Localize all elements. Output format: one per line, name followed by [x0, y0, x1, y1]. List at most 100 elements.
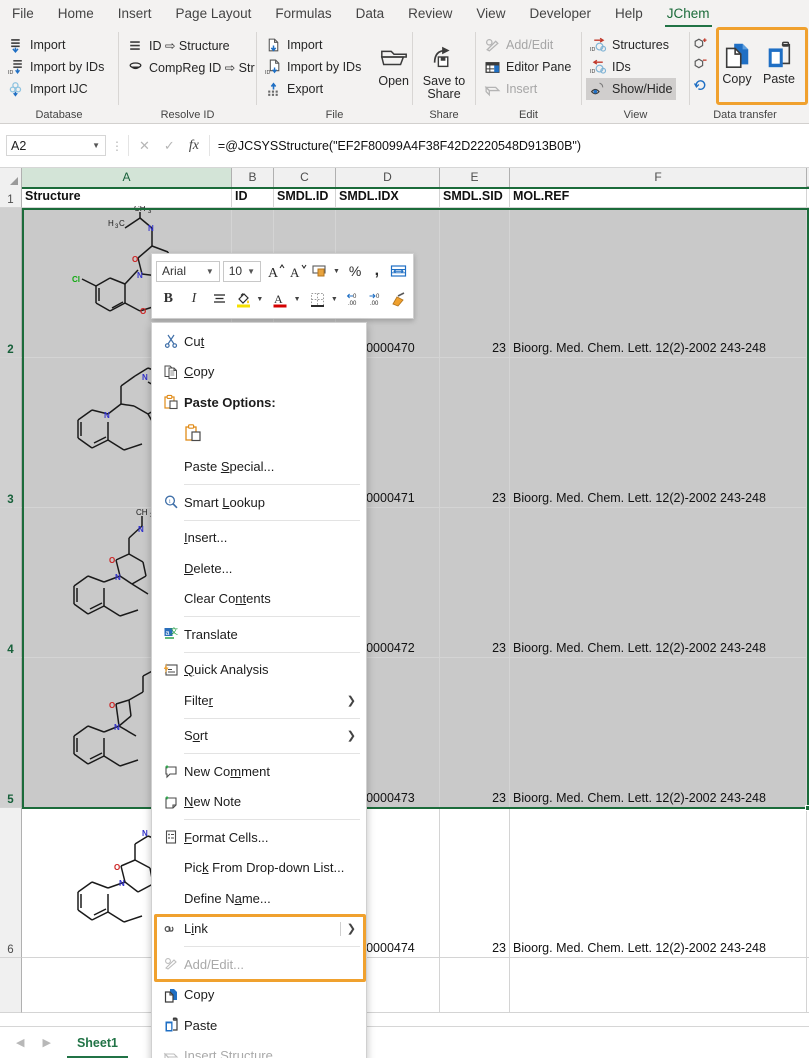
- add-structure-button[interactable]: [692, 34, 709, 54]
- paste-button[interactable]: Paste: [758, 38, 800, 86]
- confirm-icon[interactable]: ✓: [164, 138, 175, 154]
- font-color-button[interactable]: A: [270, 287, 291, 311]
- formula-bar-more-icon[interactable]: ⋮: [106, 139, 128, 153]
- open-button[interactable]: Open: [375, 40, 412, 88]
- cell-F2[interactable]: Bioorg. Med. Chem. Lett. 12(2)-2002 243-…: [510, 208, 807, 357]
- ribbon-tab-developer[interactable]: Developer: [517, 0, 603, 28]
- import-button[interactable]: Import: [4, 34, 108, 56]
- ribbon-tab-jchem[interactable]: JChem: [655, 0, 722, 28]
- chevron-down-icon[interactable]: ▼: [203, 267, 217, 276]
- font-color-caret[interactable]: ▼: [292, 287, 302, 311]
- editor-pane-button[interactable]: Editor Pane: [480, 56, 575, 78]
- context-item-paste-special[interactable]: Paste Special...: [152, 452, 366, 483]
- decrease-decimal-button[interactable]: 0 .00: [366, 287, 387, 311]
- show-structures-button[interactable]: ID Structures: [586, 34, 676, 56]
- row-header-4[interactable]: 4: [0, 508, 22, 658]
- accounting-format-button[interactable]: [310, 259, 331, 283]
- row-header-5[interactable]: 5: [0, 658, 22, 808]
- context-item-clear-contents[interactable]: Clear Contents: [152, 584, 366, 615]
- ribbon-tab-formulas[interactable]: Formulas: [263, 0, 343, 28]
- context-item-link[interactable]: Link ❯: [152, 914, 366, 945]
- paste-keep-source-icon[interactable]: [184, 423, 202, 446]
- ribbon-tab-home[interactable]: Home: [46, 0, 106, 28]
- selection-fill-handle[interactable]: [805, 805, 809, 811]
- show-ids-button[interactable]: ID IDs: [586, 56, 676, 78]
- fill-color-caret[interactable]: ▼: [255, 287, 265, 311]
- chevron-down-icon[interactable]: ▼: [244, 267, 258, 276]
- show-hide-button[interactable]: Show/Hide: [586, 78, 676, 100]
- cell-E2[interactable]: 23: [440, 208, 510, 357]
- merge-cells-button[interactable]: [388, 259, 409, 283]
- import-by-ids-button[interactable]: ID Import by IDs: [4, 56, 108, 78]
- context-item-new-comment[interactable]: New Comment: [152, 756, 366, 787]
- column-header-C[interactable]: C: [274, 168, 336, 187]
- context-item-jchem-copy[interactable]: Copy: [152, 980, 366, 1011]
- row-header-blank[interactable]: [0, 958, 22, 1013]
- sheet-tab-sheet1[interactable]: Sheet1: [67, 1028, 128, 1058]
- cell-F6[interactable]: Bioorg. Med. Chem. Lett. 12(2)-2002 243-…: [510, 808, 807, 957]
- cell-E1[interactable]: SMDL.SID: [440, 187, 510, 207]
- column-header-B[interactable]: B: [232, 168, 274, 187]
- context-item-translate[interactable]: a 文 Translate: [152, 619, 366, 650]
- italic-button[interactable]: I: [182, 287, 207, 311]
- column-header-E[interactable]: E: [440, 168, 510, 187]
- context-item-insert[interactable]: Insert...: [152, 523, 366, 554]
- name-box[interactable]: A2 ▼: [6, 135, 106, 156]
- compreg-id-button[interactable]: CompReg ID ⇨ Str: [123, 56, 259, 78]
- shrink-font-button[interactable]: A: [288, 259, 309, 283]
- cell-E6[interactable]: 23: [440, 808, 510, 957]
- cell-F5[interactable]: Bioorg. Med. Chem. Lett. 12(2)-2002 243-…: [510, 658, 807, 807]
- cell-F1[interactable]: MOL.REF: [510, 187, 807, 207]
- ribbon-tab-review[interactable]: Review: [396, 0, 464, 28]
- fx-icon[interactable]: fx: [189, 138, 199, 154]
- save-to-share-button[interactable]: Save to Share: [415, 40, 473, 101]
- cell-A1[interactable]: Structure: [22, 187, 232, 207]
- cell-E[interactable]: [440, 958, 510, 1012]
- cell-C1[interactable]: SMDL.ID: [274, 187, 336, 207]
- column-header-F[interactable]: F: [510, 168, 807, 187]
- context-item-filter[interactable]: Filter ❯: [152, 685, 366, 716]
- font-size-combo[interactable]: 10 ▼: [223, 261, 261, 282]
- ribbon-tab-insert[interactable]: Insert: [106, 0, 164, 28]
- format-painter-button[interactable]: [388, 287, 409, 311]
- refresh-structure-button[interactable]: [692, 74, 709, 94]
- context-item-delete[interactable]: Delete...: [152, 553, 366, 584]
- ribbon-tab-view[interactable]: View: [464, 0, 517, 28]
- cell-F[interactable]: [510, 958, 807, 1012]
- context-item-copy[interactable]: Copy: [152, 357, 366, 388]
- cell-D1[interactable]: SMDL.IDX: [336, 187, 440, 207]
- cell-F3[interactable]: Bioorg. Med. Chem. Lett. 12(2)-2002 243-…: [510, 358, 807, 507]
- row-header-6[interactable]: 6: [0, 808, 22, 958]
- next-sheet-icon[interactable]: ▶: [42, 1036, 50, 1049]
- font-name-combo[interactable]: Arial ▼: [156, 261, 220, 282]
- chevron-down-icon[interactable]: ▼: [92, 141, 100, 150]
- cell-B1[interactable]: ID: [232, 187, 274, 207]
- id-to-structure-button[interactable]: ID ⇨ Structure: [123, 34, 259, 56]
- context-item-cut[interactable]: Cut: [152, 326, 366, 357]
- copy-button[interactable]: Copy: [716, 38, 758, 86]
- cell-E3[interactable]: 23: [440, 358, 510, 507]
- context-item-sort[interactable]: Sort ❯: [152, 721, 366, 752]
- context-item-quick-analysis[interactable]: Quick Analysis: [152, 655, 366, 686]
- fill-color-button[interactable]: [233, 287, 254, 311]
- ribbon-tab-file[interactable]: File: [0, 0, 46, 28]
- row-header-3[interactable]: 3: [0, 358, 22, 508]
- column-header-D[interactable]: D: [336, 168, 440, 187]
- comma-style-button[interactable]: ,: [366, 259, 387, 283]
- file-import-by-ids-button[interactable]: ID Import by IDs: [261, 56, 365, 78]
- row-header-1[interactable]: 1: [0, 187, 22, 208]
- ribbon-tab-data[interactable]: Data: [344, 0, 397, 28]
- borders-caret[interactable]: ▼: [329, 287, 339, 311]
- select-all-corner[interactable]: [0, 168, 22, 187]
- context-item-smart-lookup[interactable]: i Smart Lookup: [152, 487, 366, 518]
- file-export-button[interactable]: Export: [261, 78, 365, 100]
- cell-E4[interactable]: 23: [440, 508, 510, 657]
- formula-input[interactable]: =@JCSYSStructure("EF2F80099A4F38F42D2220…: [209, 135, 809, 156]
- context-item-pick-from-dropdown[interactable]: Pick From Drop-down List...: [152, 853, 366, 884]
- percent-style-button[interactable]: %: [345, 259, 366, 283]
- cancel-icon[interactable]: ✕: [139, 138, 150, 154]
- prev-sheet-icon[interactable]: ◀: [16, 1036, 24, 1049]
- context-item-new-note[interactable]: New Note: [152, 787, 366, 818]
- file-import-button[interactable]: Import: [261, 34, 365, 56]
- context-item-insert-structure[interactable]: Insert Structure...: [152, 1041, 366, 1058]
